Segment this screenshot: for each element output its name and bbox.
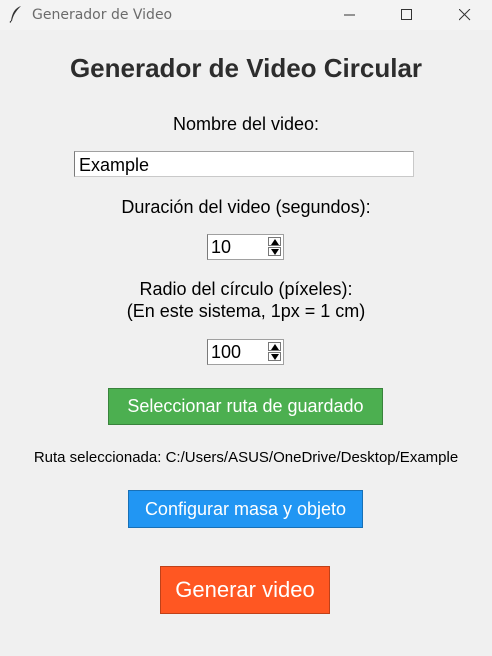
page-title: Generador de Video Circular <box>69 53 423 83</box>
feather-icon <box>9 5 23 23</box>
radius-down-button[interactable] <box>268 352 281 361</box>
close-button[interactable] <box>442 0 488 30</box>
selected-path-text: Ruta seleccionada: C:/Users/ASUS/OneDriv… <box>33 449 459 466</box>
duration-label: Duración del video (segundos): <box>121 197 371 217</box>
duration-spinbox[interactable]: 10 <box>207 234 284 260</box>
arrow-down-icon <box>271 249 279 255</box>
maximize-button[interactable] <box>384 0 430 30</box>
arrow-down-icon <box>271 354 279 360</box>
radius-spinbox[interactable]: 100 <box>207 339 284 365</box>
radius-value: 100 <box>211 342 242 362</box>
minimize-button[interactable] <box>327 0 373 30</box>
duration-down-button[interactable] <box>268 247 281 256</box>
duration-value: 10 <box>211 237 232 257</box>
arrow-up-icon <box>271 239 279 245</box>
video-name-value: Example <box>79 155 150 175</box>
video-name-input[interactable]: Example <box>74 151 414 177</box>
configure-mass-object-button[interactable]: Configurar masa y objeto <box>128 490 363 528</box>
title-bar: Generador de Video <box>0 0 492 30</box>
radius-label: Radio del círculo (píxeles): <box>139 279 353 299</box>
generate-video-button[interactable]: Generar video <box>160 566 330 614</box>
maximize-icon <box>401 9 412 20</box>
radius-spin-arrows <box>268 342 281 362</box>
minimize-icon <box>344 14 355 16</box>
duration-spin-arrows <box>268 237 281 257</box>
close-icon <box>459 9 471 21</box>
arrow-up-icon <box>271 344 279 350</box>
radius-up-button[interactable] <box>268 342 281 351</box>
radius-note-label: (En este sistema, 1px = 1 cm) <box>126 301 366 321</box>
window-title: Generador de Video <box>32 7 173 23</box>
select-save-path-button[interactable]: Seleccionar ruta de guardado <box>108 388 383 425</box>
video-name-label: Nombre del video: <box>172 114 320 134</box>
duration-up-button[interactable] <box>268 237 281 246</box>
